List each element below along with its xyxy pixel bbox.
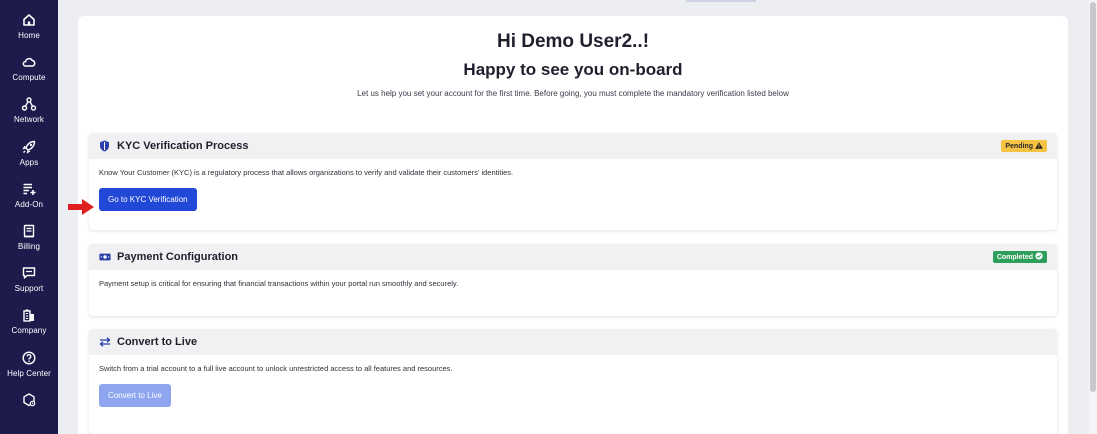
kyc-description: Know Your Customer (KYC) is a regulatory… — [99, 168, 514, 177]
money-icon — [99, 251, 111, 263]
main-content: Hi Demo User2..! Happy to see you on-boa… — [58, 0, 1097, 434]
sidebar-item-label: Company — [11, 326, 47, 336]
convert-live-description: Switch from a trial account to a full li… — [99, 364, 453, 373]
sidebar-item-network[interactable]: Network — [0, 96, 58, 138]
page-scrollbar[interactable] — [1089, 0, 1097, 434]
sidebar-item-compute[interactable]: Compute — [0, 54, 58, 96]
payment-card: Payment Configuration Completed Payment … — [89, 244, 1057, 316]
convert-live-card: Convert to Live Switch from a trial acco… — [89, 329, 1057, 434]
support-icon — [21, 265, 37, 281]
app-window: Home Compute Network Apps Add-On Billing… — [0, 0, 1097, 434]
kyc-card-title: KYC Verification Process — [117, 140, 249, 152]
sidebar-item-settings[interactable] — [0, 392, 58, 434]
sidebar-item-support[interactable]: Support — [0, 265, 58, 307]
top-accent-bar — [686, 0, 756, 2]
add-on-icon — [21, 181, 37, 197]
sidebar-item-company[interactable]: Company — [0, 307, 58, 349]
sidebar-item-billing[interactable]: Billing — [0, 223, 58, 265]
payment-status-badge: Completed — [992, 251, 1047, 263]
greeting-heading: Hi Demo User2..! — [496, 31, 650, 52]
warning-icon — [1035, 141, 1043, 151]
home-icon — [21, 12, 37, 28]
scrollbar-thumb[interactable] — [1090, 2, 1096, 392]
payment-status-text: Completed — [996, 253, 1033, 261]
rocket-icon — [21, 139, 37, 155]
sidebar-item-home[interactable]: Home — [0, 12, 58, 54]
sidebar-item-label: Apps — [19, 157, 39, 167]
kyc-verification-button[interactable]: Go to KYC Verification — [99, 188, 197, 211]
check-circle-icon — [1035, 252, 1043, 262]
kyc-status-badge: Pending — [1001, 140, 1047, 152]
company-icon — [21, 307, 37, 323]
payment-description: Payment setup is critical for ensuring t… — [99, 279, 459, 288]
convert-live-card-header: Convert to Live — [89, 329, 1057, 355]
shield-icon — [99, 140, 111, 152]
convert-live-card-title: Convert to Live — [117, 336, 198, 348]
billing-icon — [21, 223, 37, 239]
network-icon — [21, 96, 37, 112]
sidebar-item-label: Help Center — [7, 368, 51, 378]
swap-arrows-icon — [99, 336, 111, 348]
onboarding-panel: Hi Demo User2..! Happy to see you on-boa… — [78, 16, 1068, 434]
cloud-icon — [21, 54, 37, 70]
sidebar-item-help-center[interactable]: Help Center — [0, 350, 58, 392]
payment-card-header: Payment Configuration Completed — [89, 244, 1057, 270]
sidebar-item-label: Network — [13, 115, 45, 125]
kyc-card-header: KYC Verification Process Pending — [89, 133, 1057, 159]
kyc-card: KYC Verification Process Pending Know Yo… — [89, 133, 1057, 230]
sidebar-item-label: Home — [18, 31, 40, 40]
help-icon — [21, 350, 37, 366]
sidebar-item-apps[interactable]: Apps — [0, 139, 58, 181]
sidebar-item-label: Add-On — [14, 199, 44, 209]
sidebar-item-label: Compute — [12, 73, 46, 83]
sidebar-item-label: Support — [14, 284, 44, 294]
kyc-status-text: Pending — [1005, 142, 1033, 150]
convert-to-live-button[interactable]: Convert to Live — [99, 384, 171, 407]
sidebar-item-label: Billing — [17, 242, 41, 252]
onboard-subtitle: Happy to see you on-board — [463, 60, 683, 79]
payment-card-title: Payment Configuration — [117, 251, 239, 263]
pointer-arrow-icon — [68, 199, 94, 215]
sidebar-item-add-on[interactable]: Add-On — [0, 181, 58, 223]
intro-text: Let us help you set your account for the… — [357, 89, 789, 98]
sidebar: Home Compute Network Apps Add-On Billing… — [0, 0, 58, 434]
settings-icon — [21, 392, 37, 408]
